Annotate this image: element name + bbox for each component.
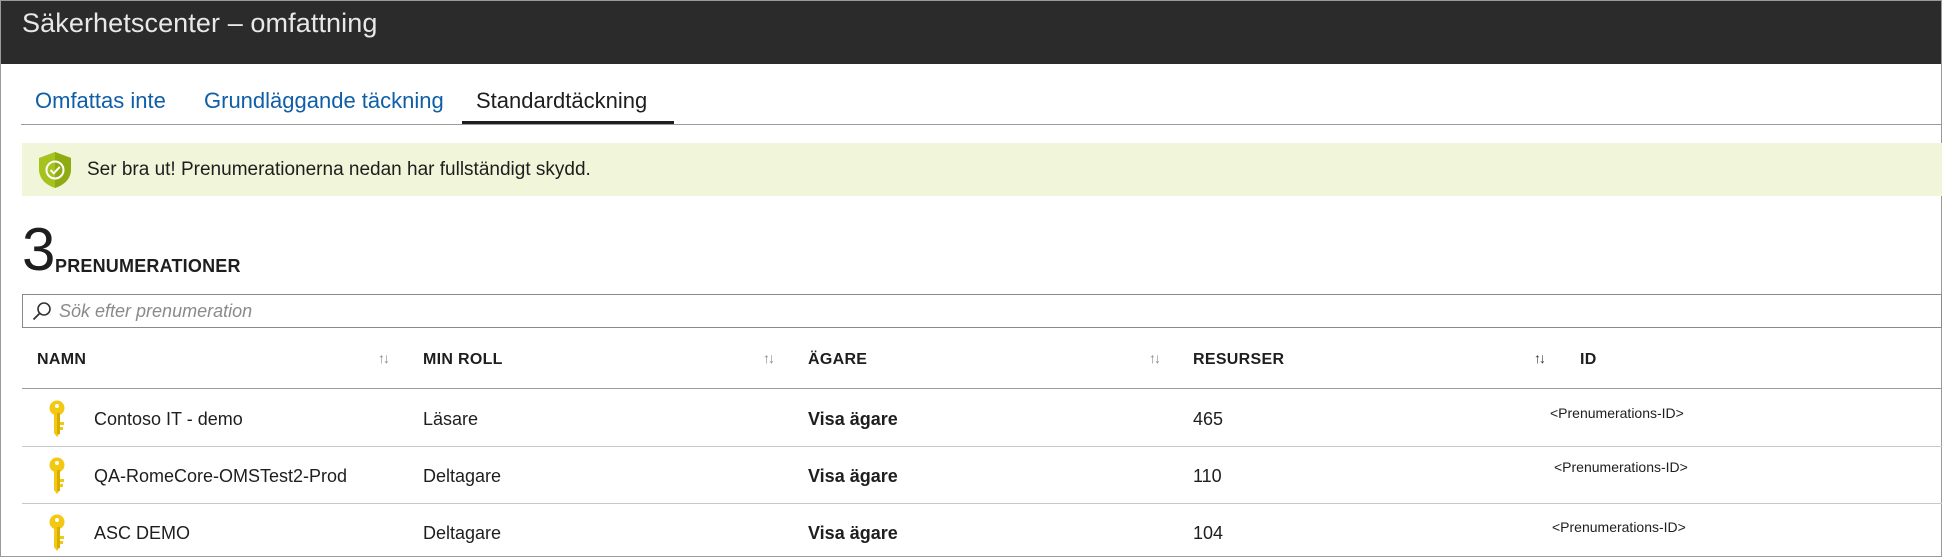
column-header-resources[interactable]: RESURSER	[1193, 351, 1284, 369]
role-cell: Läsare	[423, 409, 479, 429]
key-icon	[49, 400, 65, 437]
page-title: Säkerhetscenter – omfattning	[22, 8, 378, 38]
sort-icon[interactable]: ↑↓	[378, 350, 390, 366]
title-bar: Säkerhetscenter – omfattning	[1, 1, 1941, 64]
subscription-name: Contoso IT - demo	[94, 409, 243, 429]
status-message: Ser bra ut! Prenumerationerna nedan har …	[87, 159, 591, 180]
column-header-name[interactable]: NAMN	[37, 351, 86, 369]
sort-icon[interactable]: ↑↓	[1534, 350, 1546, 366]
subscription-id-cell: <Prenumerations-ID>	[1554, 459, 1688, 475]
column-header-id[interactable]: ID	[1580, 351, 1597, 369]
view-owners-link[interactable]: Visa ägare	[808, 523, 898, 544]
subscription-id-cell: <Prenumerations-ID>	[1552, 519, 1686, 535]
search-box[interactable]	[22, 294, 1942, 328]
sort-icon[interactable]: ↑↓	[1149, 350, 1161, 366]
key-icon	[49, 514, 65, 551]
table-header: NAMN ↑↓ MIN ROLL ↑↓ ÄGARE ↑↓ RESURSER ↑↓…	[22, 342, 1942, 389]
key-icon	[49, 457, 65, 494]
subscription-count-label: PRENUMERATIONER	[55, 256, 241, 276]
tab-bar: Omfattas inte Grundläggande täckning Sta…	[21, 84, 1942, 125]
sort-icon[interactable]: ↑↓	[763, 350, 775, 366]
view-owners-link[interactable]: Visa ägare	[808, 466, 898, 487]
view-owners-link[interactable]: Visa ägare	[808, 409, 898, 430]
column-header-owner[interactable]: ÄGARE	[808, 351, 867, 369]
search-icon	[32, 302, 51, 321]
table-row[interactable]: QA-RomeCore-OMSTest2-Prod Deltagare Visa…	[22, 447, 1942, 504]
resources-cell: 465	[1193, 409, 1224, 429]
resources-cell: 110	[1193, 466, 1222, 486]
shield-check-icon	[39, 152, 71, 188]
subscription-count: 3	[22, 216, 56, 283]
role-cell: Deltagare	[423, 466, 502, 486]
subscription-name: ASC DEMO	[94, 523, 191, 543]
resources-cell: 104	[1193, 523, 1224, 543]
search-input[interactable]	[59, 299, 1859, 323]
role-cell: Deltagare	[423, 523, 502, 543]
tab-standard-coverage[interactable]: Standardtäckning	[476, 88, 647, 114]
selected-tab-indicator	[462, 121, 674, 124]
tab-basic-coverage[interactable]: Grundläggande täckning	[204, 88, 444, 114]
table-row[interactable]: Contoso IT - demo Läsare Visa ägare 465 …	[22, 390, 1942, 447]
status-banner: Ser bra ut! Prenumerationerna nedan har …	[22, 143, 1942, 196]
column-header-role[interactable]: MIN ROLL	[423, 351, 503, 369]
tab-not-covered[interactable]: Omfattas inte	[35, 88, 166, 114]
subscription-name: QA-RomeCore-OMSTest2-Prod	[94, 466, 348, 486]
subscription-id-cell: <Prenumerations-ID>	[1550, 405, 1684, 421]
table-row[interactable]: ASC DEMO Deltagare Visa ägare 104 <Prenu…	[22, 504, 1942, 557]
